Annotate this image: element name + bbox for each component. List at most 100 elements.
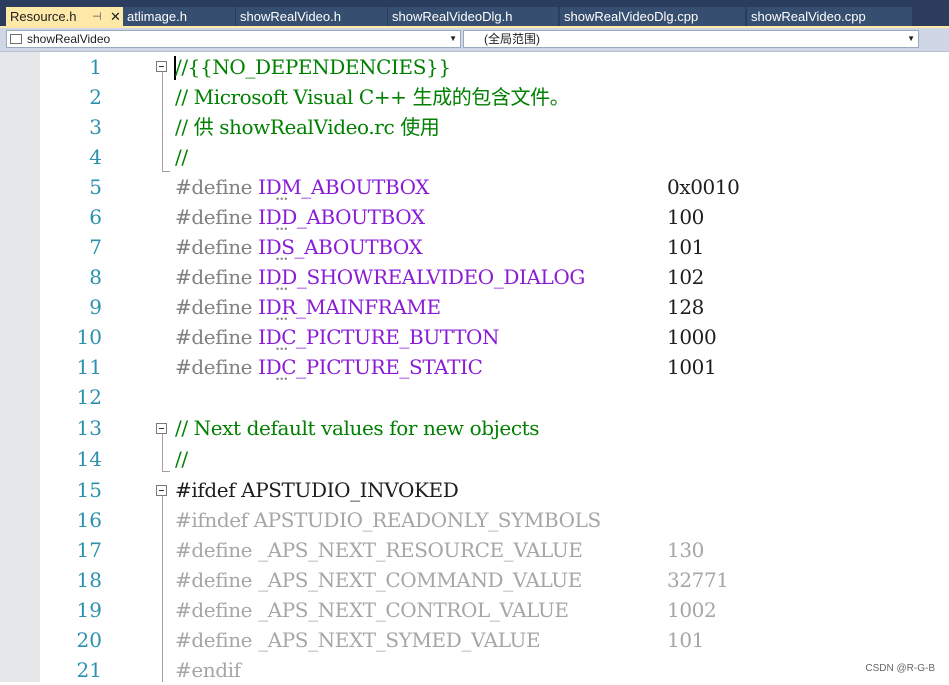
code-line[interactable]: // Next default values for new objects xyxy=(175,413,540,443)
code-editor[interactable]: 1 2 3 4 5 6 7 8 9 10 11 12 13 14 15 16 1… xyxy=(0,52,949,682)
tab-showrealvideodlg-cpp[interactable]: showRealVideoDlg.cpp xyxy=(560,7,745,27)
fold-guide-end xyxy=(162,471,170,472)
line-number: 5 xyxy=(89,175,102,199)
line-number: 19 xyxy=(76,598,102,622)
preprocessor-directive: #define xyxy=(175,325,259,349)
code-line[interactable]: #define _APS_NEXT_COMMAND_VALUE xyxy=(175,565,582,595)
suggestion-dots: ••• xyxy=(276,254,289,264)
line-number: 4 xyxy=(89,145,102,169)
tab-showrealvideodlg-h[interactable]: showRealVideoDlg.h xyxy=(388,7,558,27)
tab-label: showRealVideo.h xyxy=(240,9,341,24)
line-number: 7 xyxy=(89,235,102,259)
code-line[interactable]: #define _APS_NEXT_SYMED_VALUE xyxy=(175,625,541,655)
line-number: 17 xyxy=(76,538,102,562)
pin-icon[interactable]: ⊣ xyxy=(92,7,102,27)
dropdown-arrow-icon: ▼ xyxy=(449,34,457,43)
macro-name: APSTUDIO_INVOKED xyxy=(241,478,459,502)
code-line[interactable]: #define _APS_NEXT_RESOURCE_VALUE xyxy=(175,535,583,565)
suggestion-dots: ••• xyxy=(276,284,289,294)
tab-atlimage-h[interactable]: atlimage.h xyxy=(123,7,235,27)
line-number: 12 xyxy=(76,385,102,409)
macro-name: IDC_PICTURE_STATIC xyxy=(258,355,483,379)
line-number: 6 xyxy=(89,205,102,229)
line-number: 2 xyxy=(89,85,102,109)
code-line[interactable]: // xyxy=(175,444,188,474)
watermark-text: CSDN @R-G-B xyxy=(865,663,935,674)
code-line[interactable]: #define IDC_PICTURE_BUTTON xyxy=(175,322,500,352)
fold-guide xyxy=(162,72,163,172)
tab-label: showRealVideo.cpp xyxy=(751,9,866,24)
code-line[interactable]: // Microsoft Visual C++ 生成的包含文件。 xyxy=(175,82,570,112)
code-line[interactable]: #ifdef APSTUDIO_INVOKED xyxy=(175,475,459,505)
suggestion-dots: ••• xyxy=(276,194,289,204)
preprocessor-directive: #define xyxy=(175,265,259,289)
macro-name: IDC_PICTURE_BUTTON xyxy=(258,325,500,349)
preprocessor-directive: #define xyxy=(175,205,259,229)
macro-name: IDD_SHOWREALVIDEO_DIALOG xyxy=(258,265,585,289)
dropdown-arrow-icon: ▼ xyxy=(907,34,915,43)
line-number: 14 xyxy=(76,447,102,471)
tab-resource-h[interactable]: Resource.h ⊣ ✕ xyxy=(6,7,123,27)
fold-guide xyxy=(162,496,163,682)
tab-label: Resource.h xyxy=(10,9,77,24)
suggestion-dots: ••• xyxy=(276,224,289,234)
code-line[interactable]: #define IDC_PICTURE_STATIC xyxy=(175,352,483,382)
tab-label: showRealVideoDlg.h xyxy=(392,9,513,24)
code-line[interactable]: #define IDS_ABOUTBOX xyxy=(175,232,423,262)
line-number: 18 xyxy=(76,568,102,592)
code-line[interactable]: #define _APS_NEXT_CONTROL_VALUE xyxy=(175,595,569,625)
navigation-bar: showRealVideo ▼ (全局范围) ▼ xyxy=(0,28,949,52)
code-line[interactable]: #define IDD_SHOWREALVIDEO_DIALOG xyxy=(175,262,585,292)
code-line[interactable]: // xyxy=(175,142,188,172)
line-number: 11 xyxy=(76,355,102,379)
scope-dropdown-value: (全局范围) xyxy=(484,32,540,46)
macro-value: 102 xyxy=(667,265,704,289)
selection-margin xyxy=(0,52,40,682)
line-number: 13 xyxy=(76,416,102,440)
macro-value: 101 xyxy=(667,235,704,259)
code-line[interactable]: //{{NO_DEPENDENCIES}} xyxy=(175,52,451,82)
preprocessor-directive: #define xyxy=(175,235,259,259)
suggestion-dots: ••• xyxy=(276,344,289,354)
macro-value: 130 xyxy=(667,538,704,562)
project-dropdown-value: showRealVideo xyxy=(27,32,111,46)
scope-dropdown[interactable]: (全局范围) ▼ xyxy=(463,30,919,48)
line-number: 16 xyxy=(76,508,102,532)
preprocessor-directive: #define xyxy=(175,175,259,199)
macro-value: 128 xyxy=(667,295,704,319)
macro-value: 101 xyxy=(667,628,704,652)
suggestion-dots: ••• xyxy=(276,374,289,384)
macro-value: 100 xyxy=(667,205,704,229)
fold-guide xyxy=(162,434,163,472)
macro-value: 1002 xyxy=(667,598,717,622)
preprocessor-directive: #ifdef xyxy=(175,478,242,502)
macro-value: 32771 xyxy=(667,568,729,592)
line-number: 9 xyxy=(89,295,102,319)
fold-guide-end xyxy=(162,171,170,172)
document-tab-bar: Resource.h ⊣ ✕ atlimage.h showRealVideo.… xyxy=(0,0,949,27)
line-number: 1 xyxy=(89,55,102,79)
line-number: 8 xyxy=(89,265,102,289)
line-number: 10 xyxy=(76,325,102,349)
collapse-icon[interactable] xyxy=(156,423,167,434)
code-line[interactable]: #define IDR_MAINFRAME xyxy=(175,292,441,322)
project-dropdown[interactable]: showRealVideo ▼ xyxy=(6,30,461,48)
tab-label: showRealVideoDlg.cpp xyxy=(564,9,699,24)
line-number: 15 xyxy=(76,478,102,502)
collapse-icon[interactable] xyxy=(156,61,167,72)
code-line[interactable]: #define IDD_ABOUTBOX xyxy=(175,202,425,232)
macro-value: 1000 xyxy=(667,325,717,349)
collapse-icon[interactable] xyxy=(156,485,167,496)
line-number: 21 xyxy=(76,658,102,682)
tab-showrealvideo-h[interactable]: showRealVideo.h xyxy=(236,7,387,27)
code-line[interactable]: #define IDM_ABOUTBOX xyxy=(175,172,430,202)
macro-value: 0x0010 xyxy=(667,175,740,199)
tab-showrealvideo-cpp[interactable]: showRealVideo.cpp xyxy=(747,7,912,27)
line-number: 20 xyxy=(76,628,102,652)
code-line[interactable]: #ifndef APSTUDIO_READONLY_SYMBOLS xyxy=(175,505,601,535)
tab-label: atlimage.h xyxy=(127,9,187,24)
code-line[interactable]: // 供 showRealVideo.rc 使用 xyxy=(175,112,440,142)
code-line[interactable]: #endif xyxy=(175,655,241,685)
preprocessor-directive: #define xyxy=(175,295,259,319)
close-icon[interactable]: ✕ xyxy=(110,7,121,27)
